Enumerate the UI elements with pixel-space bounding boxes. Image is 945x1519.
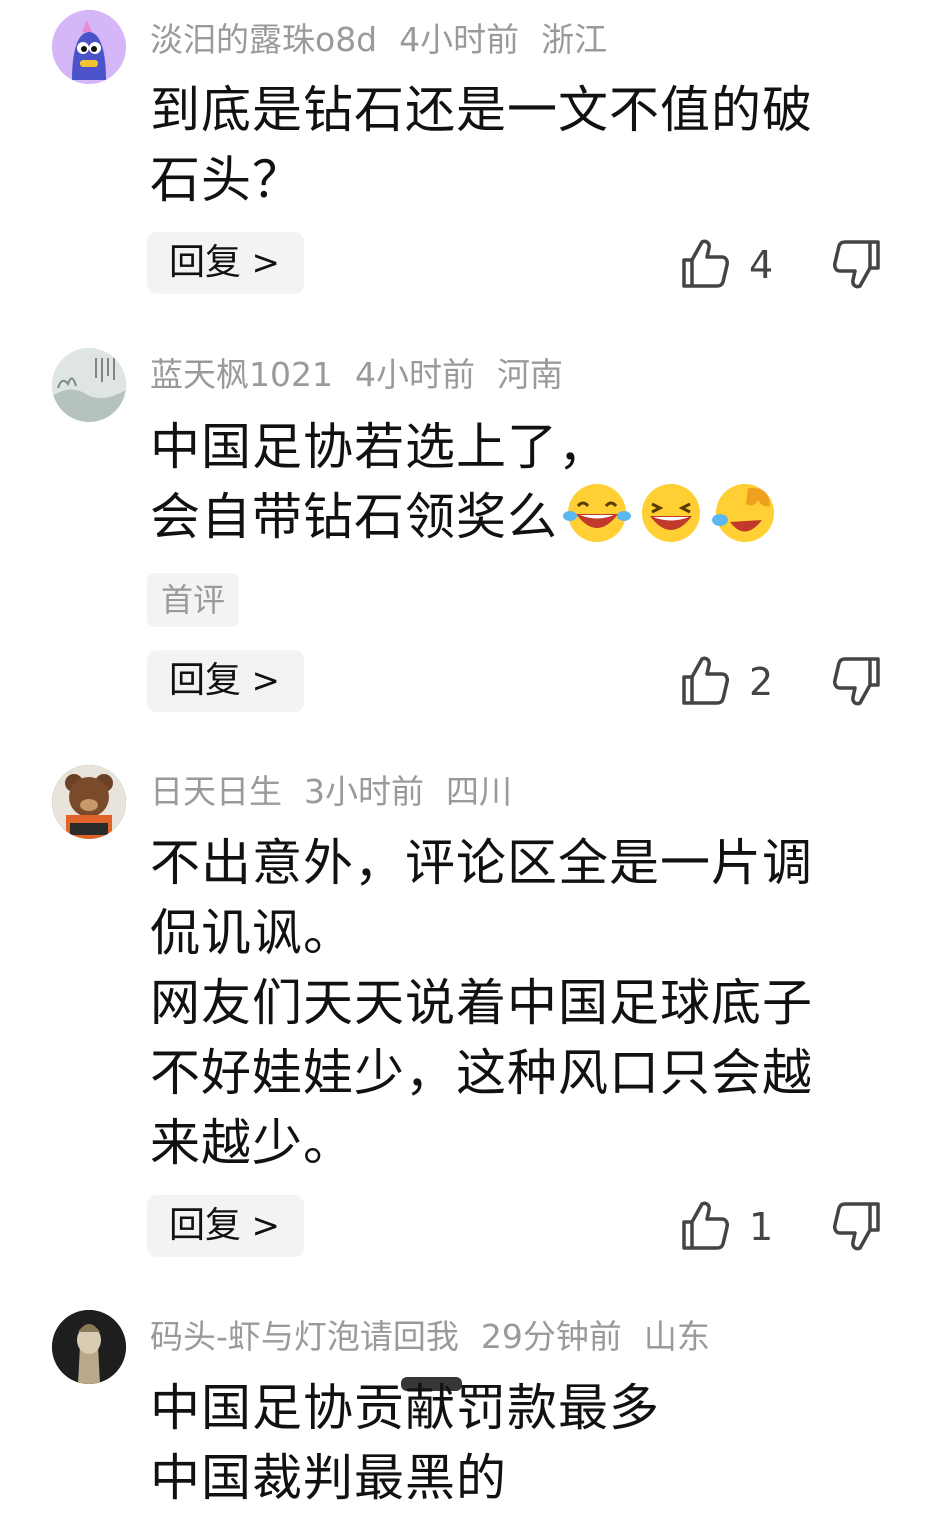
location: 四川 [446,772,512,811]
avatar[interactable] [52,1310,126,1384]
reply-label: 回复 [169,242,242,283]
comment-text: 不出意外，评论区全是一片调 侃讥讽。 网友们天天说着中国足球底子 不好娃娃少，这… [150,828,875,1178]
username[interactable]: 蓝天枫1021 [150,355,333,394]
comment-line: 来越少。 [150,1114,354,1172]
reply-button[interactable]: 回复 > [147,1195,304,1257]
dislike-button[interactable] [832,1200,886,1254]
comment-line: 不好娃娃少，这种风口只会越 [150,1044,813,1102]
avatar[interactable] [52,765,126,839]
landscape-avatar-icon [52,348,126,422]
username[interactable]: 码头-虾与灯泡请回我 [150,1317,459,1356]
timestamp: 4小时前 [399,20,520,59]
like-count: 2 [749,660,774,704]
thumbs-down-icon [833,657,880,706]
comment-meta: 码头-虾与灯泡请回我 29分钟前 山东 [150,1317,732,1357]
reply-button[interactable]: 回复 > [147,232,304,294]
username[interactable]: 日天日生 [150,772,282,811]
dislike-button[interactable] [832,655,886,709]
thumbs-up-icon [682,656,729,705]
reply-label: 回复 [169,1205,242,1246]
comment-line: 中国裁判最黑的 [150,1449,507,1507]
thumbs-down-icon [833,240,880,289]
comment-text: 中国足协贡献罚款最多 中国裁判最黑的 [150,1373,875,1513]
avatar[interactable] [52,348,126,422]
reply-button[interactable]: 回复 > [147,650,304,712]
timestamp: 29分钟前 [480,1317,622,1356]
location: 河南 [496,355,563,394]
comment-meta: 日天日生 3小时前 四川 [150,772,534,812]
thumbs-up-icon [682,1201,729,1250]
comment-line: 不出意外，评论区全是一片调 [150,834,813,892]
comment-line: 侃讥讽。 [150,904,354,962]
chevron-right-icon: > [251,661,281,701]
thumbs-up-icon [682,239,729,288]
like-count: 1 [749,1205,774,1249]
statue-avatar-icon [52,1310,126,1384]
timestamp: 3小时前 [304,772,424,811]
thumbs-down-icon [833,1202,880,1251]
comment-line: 中国足协贡献罚款最多 [150,1373,875,1443]
rofl-emoji-icon [712,484,774,542]
avatar[interactable] [52,10,126,84]
comment-meta: 蓝天枫1021 4小时前 河南 [150,355,585,395]
comment-line: 会自带钻石领奖么 [150,482,875,552]
comment-line-text: 会自带钻石领奖么 [150,488,558,546]
comment-line: 中国足协若选上了， [150,418,609,476]
chevron-right-icon: > [251,243,281,283]
location: 山东 [643,1317,710,1356]
laugh-cry-emoji-icon [563,484,631,542]
comment-text: 到底是钻石还是一文不值的破 石头？ [150,75,875,215]
comment-line-text: 罚款最多 [456,1379,660,1437]
chevron-right-icon: > [251,1206,281,1246]
comment-line: 石头？ [150,151,303,209]
like-count: 4 [749,243,774,287]
comment-line-text: 中国足协贡 [150,1379,405,1437]
comment-line: 网友们天天说着中国足球底子 [150,974,813,1032]
grin-emoji-icon [642,484,700,542]
comment-line-text: 献 [401,1373,462,1443]
reply-label: 回复 [169,660,242,701]
dislike-button[interactable] [832,238,886,292]
username[interactable]: 淡汨的露珠o8d [150,20,377,59]
comment-meta: 淡汨的露珠o8d 4小时前 浙江 [150,20,629,60]
location: 浙江 [541,20,608,59]
timestamp: 4小时前 [354,355,475,394]
bear-avatar-icon [52,765,126,839]
comment-text: 中国足协若选上了， 会自带钻石领奖么 [150,412,875,552]
comment-line: 到底是钻石还是一文不值的破 [150,81,813,139]
first-comment-tag: 首评 [147,573,240,627]
cartoon-avatar-purple-icon [52,10,126,84]
